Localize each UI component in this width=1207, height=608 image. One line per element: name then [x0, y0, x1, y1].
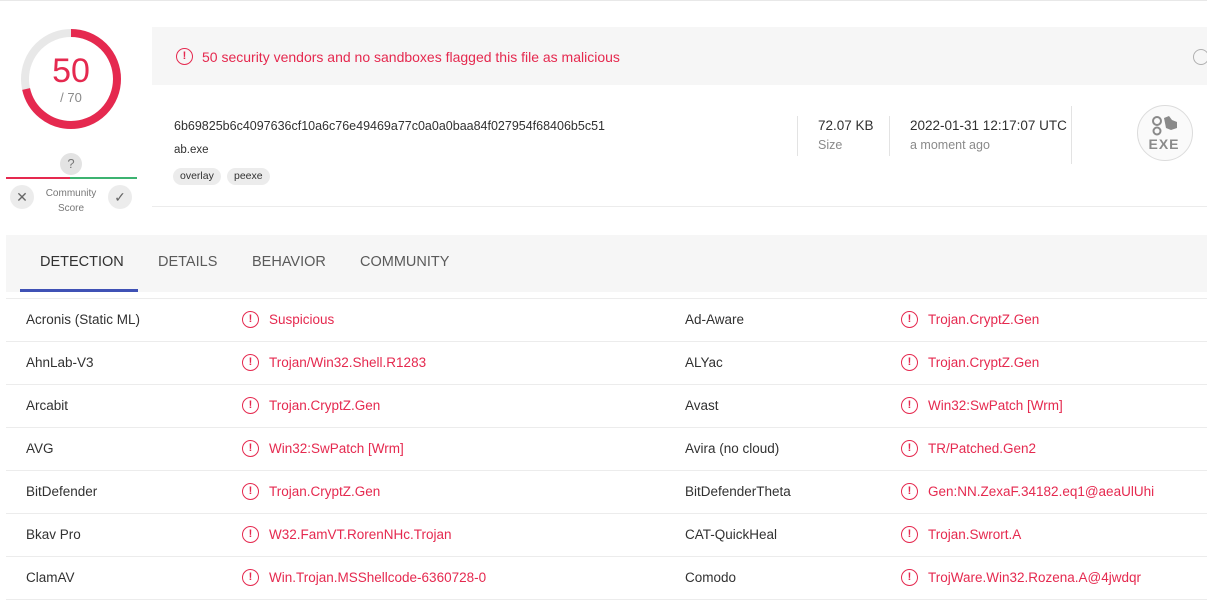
alert-circle-icon: ! [901, 354, 918, 371]
file-tag-peexe[interactable]: peexe [227, 168, 270, 185]
file-type-label: EXE [1148, 136, 1180, 152]
table-row: BitDefender ! Trojan.CryptZ.Gen BitDefen… [6, 471, 1207, 514]
exe-file-icon [1137, 105, 1193, 161]
detection-score-value: 50 [52, 52, 90, 90]
file-info-card [152, 85, 1207, 207]
alert-circle-icon: ! [901, 526, 918, 543]
divider [797, 116, 798, 156]
alert-circle-icon: ! [242, 354, 259, 371]
analysis-date-value: 2022-01-31 12:17:07 UTC [910, 118, 1067, 133]
community-malicious-bar [6, 177, 70, 179]
community-score-label: Community Score [45, 188, 97, 214]
alert-circle-icon: ! [242, 569, 259, 586]
vote-malicious-button[interactable]: ✕ [10, 185, 34, 209]
file-size-label: Size [818, 138, 843, 152]
analysis-date-relative: a moment ago [910, 138, 990, 152]
table-row: AVG ! Win32:SwPatch [Wrm] Avira (no clou… [6, 428, 1207, 471]
detection-result: Trojan/Win32.Shell.R1283 [269, 355, 427, 370]
vendor-name: Arcabit [26, 398, 69, 413]
vendor-name: CAT-QuickHeal [685, 527, 778, 542]
alert-circle-icon: ! [242, 440, 259, 457]
detections-table: Acronis (Static ML) ! Suspicious Ad-Awar… [6, 298, 1207, 600]
file-hash[interactable]: 6b69825b6c4097636cf10a6c76e49469a77c0a0a… [174, 119, 605, 133]
vendor-name: Acronis (Static ML) [26, 312, 141, 327]
detection-result: TR/Patched.Gen2 [928, 441, 1037, 456]
alert-circle-icon: ! [901, 483, 918, 500]
detection-result: Trojan.CryptZ.Gen [928, 312, 1040, 327]
tab-behavior[interactable]: BEHAVIOR [252, 254, 326, 270]
vendor-name: Ad-Aware [685, 312, 745, 327]
file-name: ab.exe [174, 144, 209, 156]
table-row: ClamAV ! Win.Trojan.MSShellcode-6360728-… [6, 557, 1207, 600]
tab-detection[interactable]: DETECTION [40, 254, 124, 270]
tab-community[interactable]: COMMUNITY [360, 254, 449, 270]
top-border [0, 0, 1207, 1]
detection-result: Win32:SwPatch [Wrm] [269, 441, 404, 456]
table-row: AhnLab-V3 ! Trojan/Win32.Shell.R1283 ALY… [6, 342, 1207, 385]
alert-circle-icon: ! [176, 48, 193, 65]
vendor-name: BitDefender [26, 484, 98, 499]
table-row: Bkav Pro ! W32.FamVT.RorenNHc.Trojan CAT… [6, 514, 1207, 557]
detection-score-total: / 70 [60, 90, 82, 105]
community-harmless-bar [70, 177, 137, 179]
detection-result: Trojan.CryptZ.Gen [269, 398, 381, 413]
active-tab-indicator [20, 289, 138, 292]
vote-harmless-button[interactable]: ✓ [108, 185, 132, 209]
alert-circle-icon: ! [901, 397, 918, 414]
detection-result: Trojan.CryptZ.Gen [269, 484, 381, 499]
vendor-name: Comodo [685, 570, 737, 585]
detection-result: W32.FamVT.RorenNHc.Trojan [269, 527, 452, 542]
table-row: Acronis (Static ML) ! Suspicious Ad-Awar… [6, 298, 1207, 342]
alert-circle-icon: ! [901, 440, 918, 457]
vendor-name: AhnLab-V3 [26, 355, 94, 370]
table-row: Arcabit ! Trojan.CryptZ.Gen Avast ! Win3… [6, 385, 1207, 428]
vendor-name: Avast [685, 398, 719, 413]
community-score-help-icon[interactable]: ? [60, 153, 82, 175]
detection-result: Suspicious [269, 312, 335, 327]
vendor-name: Bkav Pro [26, 527, 81, 542]
alert-circle-icon: ! [242, 397, 259, 414]
file-size-value: 72.07 KB [818, 118, 874, 133]
detection-result: Trojan.Swrort.A [928, 527, 1022, 542]
alert-circle-icon: ! [901, 569, 918, 586]
detection-result: TrojWare.Win32.Rozena.A@4jwdqr [928, 570, 1142, 585]
detection-result: Gen:NN.ZexaF.34182.eq1@aeaUlUhi [928, 484, 1155, 499]
vendor-name: AVG [26, 441, 54, 456]
file-tag-overlay[interactable]: overlay [173, 168, 221, 185]
alert-circle-icon: ! [242, 483, 259, 500]
vendor-name: Avira (no cloud) [685, 441, 780, 456]
tab-details[interactable]: DETAILS [158, 254, 217, 270]
alert-circle-icon: ! [242, 526, 259, 543]
vendor-name: ClamAV [26, 570, 75, 585]
alert-circle-icon: ! [242, 311, 259, 328]
detection-result: Win.Trojan.MSShellcode-6360728-0 [269, 570, 487, 585]
alert-circle-icon: ! [901, 311, 918, 328]
detection-alert-text: 50 security vendors and no sandboxes fla… [202, 49, 620, 65]
vendor-name: ALYac [685, 355, 723, 370]
detection-result: Win32:SwPatch [Wrm] [928, 398, 1063, 413]
vendor-name: BitDefenderTheta [685, 484, 791, 499]
detection-result: Trojan.CryptZ.Gen [928, 355, 1040, 370]
divider [1071, 106, 1072, 164]
divider [889, 116, 890, 156]
refresh-icon[interactable] [1193, 49, 1207, 65]
